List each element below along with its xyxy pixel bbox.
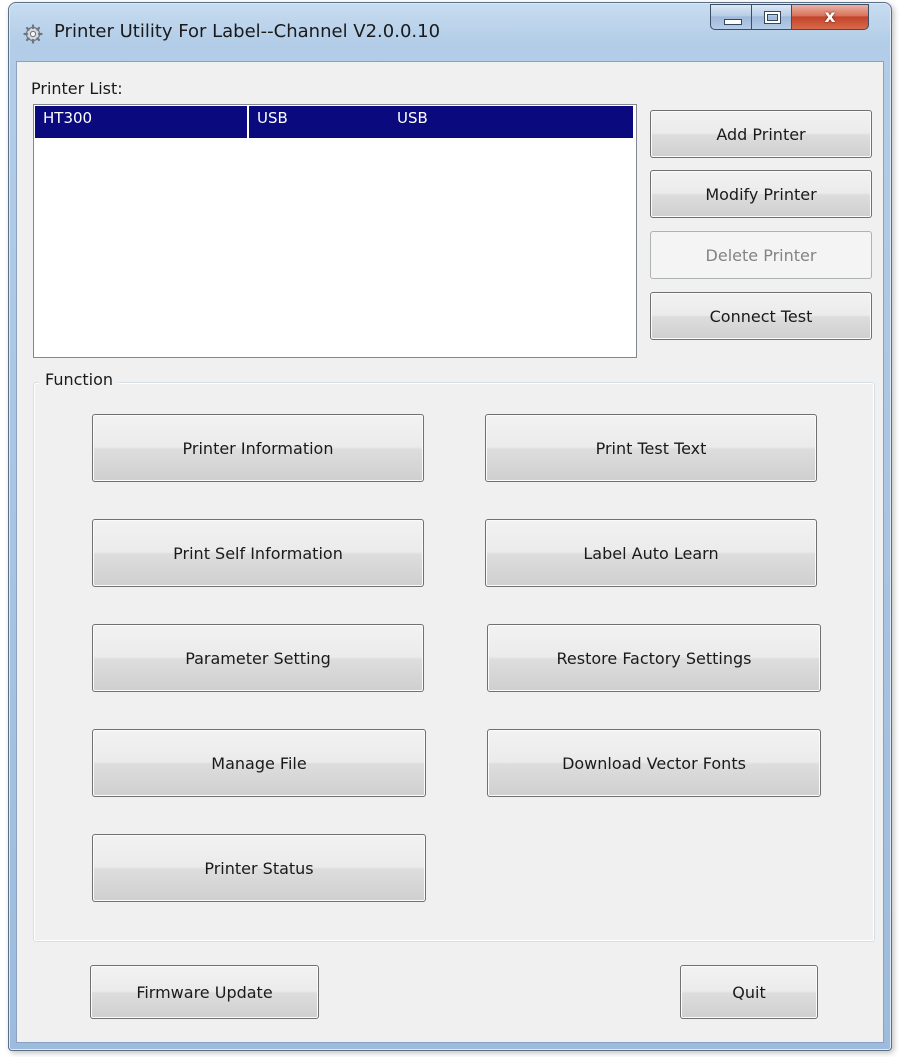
list-item[interactable]: HT300 USB USB	[35, 106, 633, 138]
printer-port-cell: USB	[257, 109, 288, 127]
printer-list[interactable]: HT300 USB USB	[33, 104, 637, 358]
print-test-text-button[interactable]: Print Test Text	[485, 414, 817, 482]
delete-printer-button[interactable]: Delete Printer	[650, 231, 872, 279]
restore-factory-settings-button[interactable]: Restore Factory Settings	[487, 624, 821, 692]
download-vector-fonts-button[interactable]: Download Vector Fonts	[487, 729, 821, 797]
print-self-information-button[interactable]: Print Self Information	[92, 519, 424, 587]
client-area: Printer List: HT300 USB USB Add Printer …	[16, 61, 884, 1043]
printer-list-label: Printer List:	[31, 79, 123, 98]
maximize-icon	[764, 11, 781, 24]
minimize-button[interactable]	[710, 4, 752, 30]
title-bar[interactable]: Printer Utility For Label--Channel V2.0.…	[9, 3, 891, 55]
modify-printer-button[interactable]: Modify Printer	[650, 170, 872, 218]
manage-file-button[interactable]: Manage File	[92, 729, 426, 797]
add-printer-button[interactable]: Add Printer	[650, 110, 872, 158]
printer-information-button[interactable]: Printer Information	[92, 414, 424, 482]
close-button[interactable]: x	[791, 4, 869, 30]
minimize-icon	[724, 19, 742, 25]
function-group-label: Function	[39, 370, 120, 389]
main-window: Printer Utility For Label--Channel V2.0.…	[8, 2, 892, 1051]
parameter-setting-button[interactable]: Parameter Setting	[92, 624, 424, 692]
printer-name-cell: HT300	[43, 109, 93, 127]
window-title: Printer Utility For Label--Channel V2.0.…	[54, 21, 441, 42]
maximize-button[interactable]	[751, 4, 792, 30]
printer-status-button[interactable]: Printer Status	[92, 834, 426, 902]
quit-button[interactable]: Quit	[680, 965, 818, 1019]
printer-interface-cell: USB	[397, 109, 428, 127]
label-auto-learn-button[interactable]: Label Auto Learn	[485, 519, 817, 587]
close-icon: x	[824, 7, 836, 27]
gear-icon	[23, 24, 43, 44]
firmware-update-button[interactable]: Firmware Update	[90, 965, 319, 1019]
connect-test-button[interactable]: Connect Test	[650, 292, 872, 340]
